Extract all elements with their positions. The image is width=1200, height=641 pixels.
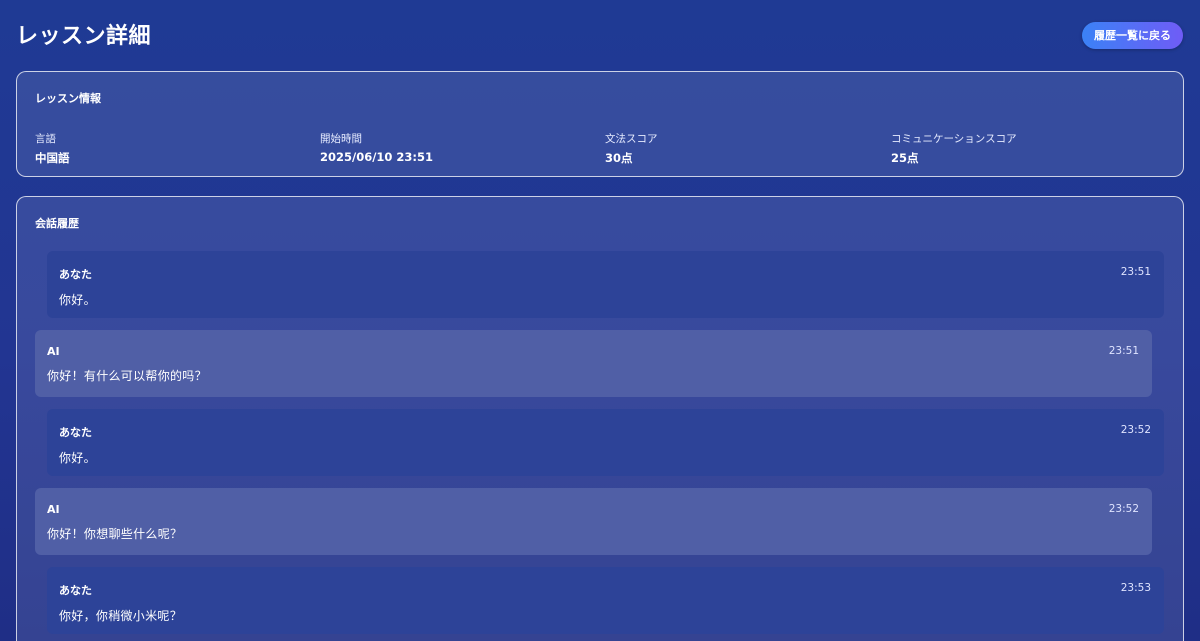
message-user: あなた 23:52 你好。 [47, 409, 1164, 476]
message-text: 你好。 [59, 451, 96, 465]
message-ai: AI 23:52 你好！你想聊些什么呢？ [35, 488, 1152, 555]
lesson-info-grid: 言語 中国語 開始時間 2025/06/10 23:51 文法スコア 30点 コ… [35, 131, 1165, 166]
message-text: 你好！你想聊些什么呢？ [47, 527, 183, 541]
info-label-grammar-score: 文法スコア [605, 133, 658, 145]
info-language: 言語 中国語 [35, 131, 320, 166]
back-to-history-button[interactable]: 履歴一覧に戻る [1082, 21, 1183, 49]
info-value-grammar-score: 30点 [605, 151, 633, 165]
message-time: 23:51 [1120, 266, 1151, 278]
page-header: レッスン詳細 履歴一覧に戻る [16, 0, 1184, 70]
info-communication-score: コミュニケーションスコア 25点 [891, 131, 1165, 166]
message-sender: あなた [59, 584, 92, 597]
message-ai: AI 23:51 你好！有什么可以帮你的吗？ [35, 330, 1152, 397]
info-value-start-time: 2025/06/10 23:51 [320, 150, 434, 164]
message-sender: AI [47, 503, 60, 516]
message-sender: AI [47, 345, 60, 358]
info-value-language: 中国語 [35, 151, 70, 165]
lesson-detail-page: レッスン詳細 履歴一覧に戻る レッスン情報 言語 中国語 開始時間 2025/0… [0, 0, 1200, 641]
info-label-communication-score: コミュニケーションスコア [891, 133, 1017, 145]
message-time: 23:53 [1120, 582, 1151, 594]
conversation-history-title: 会話履歴 [35, 217, 79, 230]
message-text: 你好，你稍微小米呢？ [59, 609, 183, 623]
info-label-start-time: 開始時間 [320, 133, 362, 145]
message-user: あなた 23:53 你好，你稍微小米呢？ [47, 567, 1164, 634]
message-user: あなた 23:51 你好。 [47, 251, 1164, 318]
message-list: あなた 23:51 你好。 AI 23:51 你好！有什么可以帮你的吗？ あなた… [35, 251, 1165, 634]
message-sender: あなた [59, 268, 92, 281]
message-sender: あなた [59, 426, 92, 439]
conversation-history-card: 会話履歴 あなた 23:51 你好。 AI 23:51 你好！有什么可以帮你的吗… [16, 196, 1184, 641]
lesson-info-card: レッスン情報 言語 中国語 開始時間 2025/06/10 23:51 文法スコ… [16, 71, 1184, 177]
message-text: 你好！有什么可以帮你的吗？ [47, 369, 207, 383]
message-time: 23:52 [1108, 503, 1139, 515]
info-label-language: 言語 [35, 133, 56, 145]
message-time: 23:51 [1108, 345, 1139, 357]
page-title: レッスン詳細 [16, 24, 152, 49]
message-time: 23:52 [1120, 424, 1151, 436]
info-value-communication-score: 25点 [891, 151, 919, 165]
lesson-info-title: レッスン情報 [35, 92, 101, 105]
info-start-time: 開始時間 2025/06/10 23:51 [320, 131, 605, 166]
message-text: 你好。 [59, 293, 96, 307]
info-grammar-score: 文法スコア 30点 [605, 131, 891, 166]
